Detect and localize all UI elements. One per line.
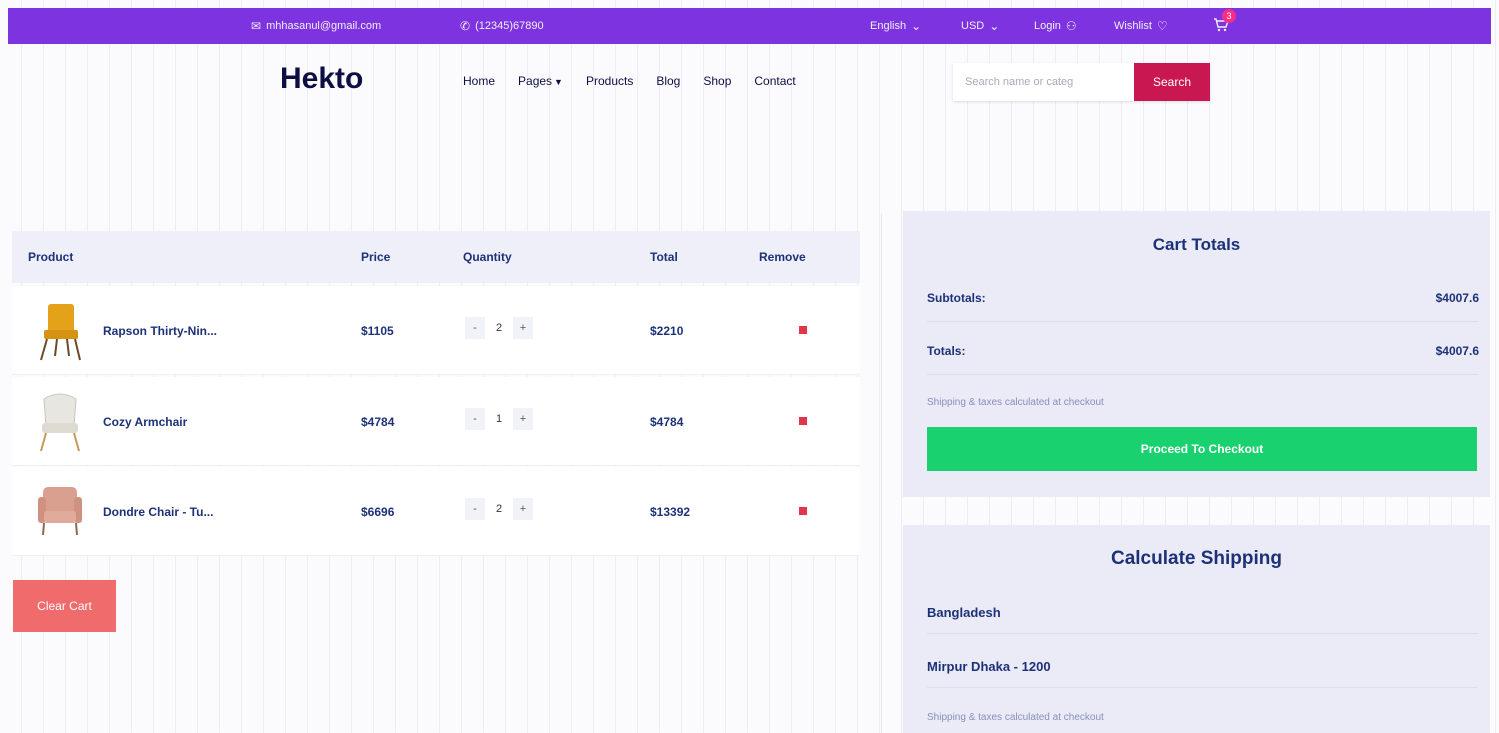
search-input[interactable] bbox=[953, 63, 1134, 101]
calculate-shipping-title: Calculate Shipping bbox=[1110, 548, 1283, 569]
product-name[interactable]: Cozy Armchair bbox=[103, 415, 187, 429]
quantity-stepper: - 1 + bbox=[465, 408, 533, 430]
heart-icon: ♡ bbox=[1156, 19, 1168, 33]
remove-icon[interactable] bbox=[799, 326, 807, 334]
mail-icon: ✉ bbox=[251, 19, 262, 33]
column-quantity: Quantity bbox=[463, 250, 512, 264]
divider bbox=[927, 374, 1478, 375]
line-total: $2210 bbox=[650, 324, 684, 338]
pink-chair-image bbox=[38, 487, 82, 536]
decrease-button[interactable]: - bbox=[465, 317, 485, 339]
clear-cart-button[interactable]: Clear Cart bbox=[13, 580, 116, 632]
cart-count-badge: 3 bbox=[1222, 8, 1236, 23]
total-value: $4007.6 bbox=[1435, 344, 1479, 358]
shipping-note: Shipping & taxes calculated at checkout bbox=[927, 397, 1104, 408]
table-row: Dondre Chair - Tu... $6696 - 2 + $13392 bbox=[12, 467, 860, 556]
chevron-down-icon: ⌄ bbox=[911, 19, 922, 33]
quantity-value[interactable]: 1 bbox=[489, 408, 509, 430]
divider bbox=[927, 633, 1478, 634]
quantity-stepper: - 2 + bbox=[465, 498, 533, 520]
top-bar: ✉ mhhasanul@gmail.com ✆ (12345)67890 Eng… bbox=[8, 8, 1491, 44]
cart-icon-wrap: 3 bbox=[1213, 8, 1236, 36]
remove-icon[interactable] bbox=[799, 507, 807, 515]
proceed-to-checkout-button[interactable]: Proceed To Checkout bbox=[927, 427, 1477, 471]
divider bbox=[927, 321, 1478, 322]
caret-down-icon: ▼ bbox=[554, 77, 563, 87]
language-dropdown[interactable]: English ⌄ bbox=[870, 8, 921, 44]
phone-contact[interactable]: ✆ (12345)67890 bbox=[460, 8, 544, 44]
nav-products[interactable]: Products bbox=[586, 74, 633, 88]
decrease-button[interactable]: - bbox=[465, 498, 485, 520]
column-total: Total bbox=[650, 250, 678, 264]
table-row: Cozy Armchair $4784 - 1 + $4784 bbox=[12, 377, 860, 466]
table-row: Rapson Thirty-Nin... $1105 - 2 + $2210 bbox=[12, 286, 860, 375]
product-price: $1105 bbox=[361, 324, 394, 338]
calculate-shipping-panel: Calculate Shipping Bangladesh Mirpur Dha… bbox=[903, 525, 1490, 733]
nav-blog[interactable]: Blog bbox=[656, 74, 680, 88]
language-label: English bbox=[870, 20, 907, 32]
login-link[interactable]: Login ⚇ bbox=[1034, 8, 1077, 44]
currency-label: USD bbox=[961, 20, 985, 32]
column-price: Price bbox=[361, 250, 391, 264]
nav-pages[interactable]: Pages ▼ bbox=[518, 74, 563, 88]
product-name[interactable]: Dondre Chair - Tu... bbox=[103, 505, 213, 519]
subtotal-label: Subtotals: bbox=[927, 291, 986, 305]
main-nav: Home Pages ▼ Products Blog Shop Contact bbox=[463, 74, 796, 88]
phone-icon: ✆ bbox=[460, 19, 471, 33]
product-name[interactable]: Rapson Thirty-Nin... bbox=[103, 324, 217, 338]
product-price: $4784 bbox=[361, 415, 395, 429]
decrease-button[interactable]: - bbox=[465, 408, 485, 430]
yellow-chair-image bbox=[40, 304, 81, 361]
cart-table-header: Product Price Quantity Total Remove bbox=[12, 231, 860, 283]
logo[interactable]: Hekto bbox=[280, 62, 363, 96]
subtotal-value: $4007.6 bbox=[1435, 291, 1479, 305]
quantity-stepper: - 2 + bbox=[465, 317, 533, 339]
search-button[interactable]: Search bbox=[1134, 63, 1210, 101]
cart-totals-title: Cart Totals bbox=[1152, 235, 1241, 254]
increase-button[interactable]: + bbox=[513, 498, 533, 520]
increase-button[interactable]: + bbox=[513, 408, 533, 430]
remove-icon[interactable] bbox=[799, 417, 807, 425]
email-text: mhhasanul@gmail.com bbox=[266, 20, 382, 32]
email-contact[interactable]: ✉ mhhasanul@gmail.com bbox=[251, 8, 381, 44]
cart-totals-panel: Cart Totals Subtotals: $4007.6 Totals: $… bbox=[903, 211, 1490, 497]
chevron-down-icon: ⌄ bbox=[989, 19, 1000, 33]
nav-shop[interactable]: Shop bbox=[703, 74, 731, 88]
total-label: Totals: bbox=[927, 344, 966, 358]
cart-link[interactable]: 3 bbox=[1213, 8, 1236, 44]
shipping-note: Shipping & taxes calculated at checkout bbox=[927, 712, 1104, 723]
white-armchair-image bbox=[40, 393, 80, 452]
nav-contact[interactable]: Contact bbox=[754, 74, 795, 88]
city-field[interactable]: Mirpur Dhaka - 1200 bbox=[927, 659, 1051, 674]
nav-pages-label: Pages bbox=[518, 74, 553, 88]
quantity-value[interactable]: 2 bbox=[489, 498, 509, 520]
nav-home[interactable]: Home bbox=[463, 74, 495, 88]
search-bar: Search bbox=[953, 63, 1210, 101]
column-remove: Remove bbox=[759, 250, 806, 264]
quantity-value[interactable]: 2 bbox=[489, 317, 509, 339]
country-field[interactable]: Bangladesh bbox=[927, 605, 1001, 620]
line-total: $13392 bbox=[650, 505, 691, 519]
login-label: Login bbox=[1034, 20, 1061, 32]
wishlist-label: Wishlist bbox=[1114, 20, 1152, 32]
column-product: Product bbox=[28, 250, 74, 264]
column-divider bbox=[881, 214, 882, 733]
product-price: $6696 bbox=[361, 505, 395, 519]
phone-text: (12345)67890 bbox=[475, 20, 544, 32]
user-icon: ⚇ bbox=[1065, 19, 1077, 33]
wishlist-link[interactable]: Wishlist ♡ bbox=[1114, 8, 1168, 44]
line-total: $4784 bbox=[650, 415, 684, 429]
divider bbox=[927, 687, 1478, 688]
increase-button[interactable]: + bbox=[513, 317, 533, 339]
currency-dropdown[interactable]: USD ⌄ bbox=[961, 8, 999, 44]
